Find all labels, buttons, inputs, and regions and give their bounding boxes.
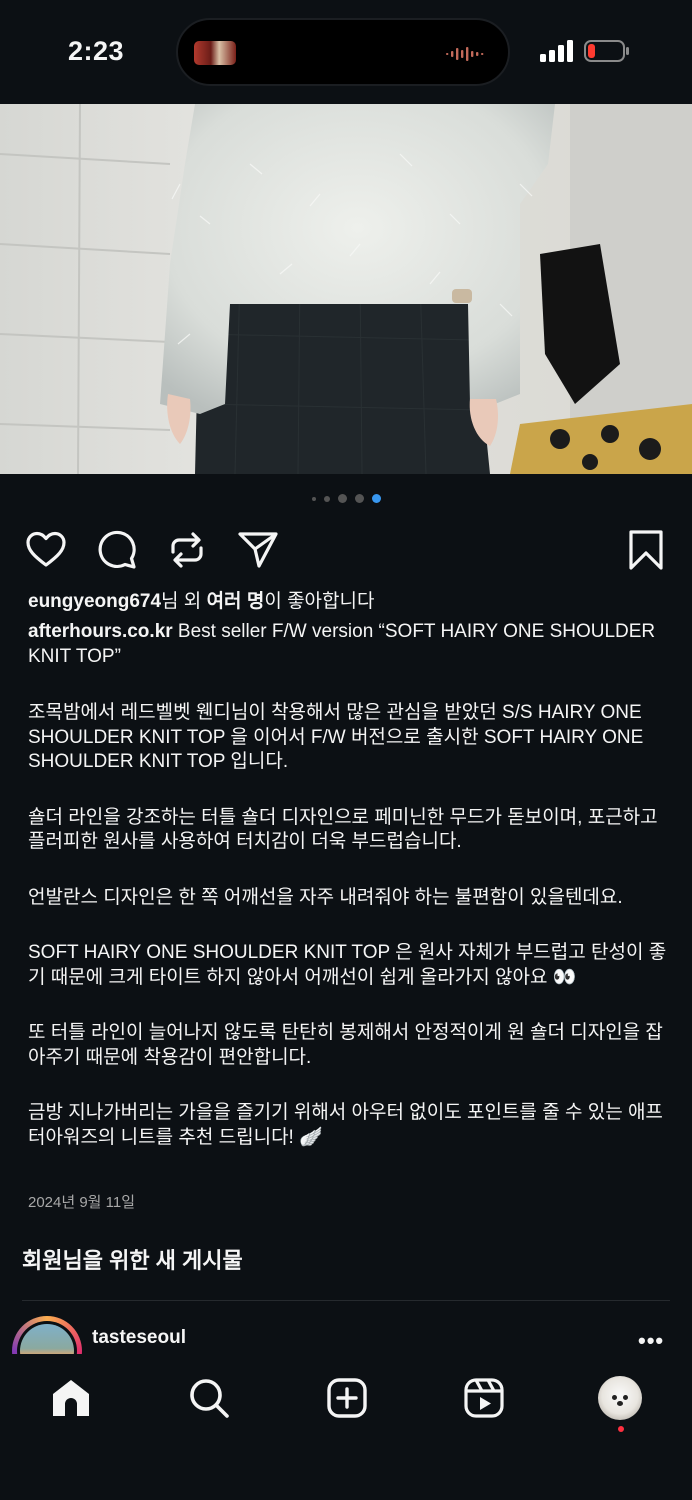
caption-paragraph: 숄더 라인을 강조하는 터틀 숄더 디자인으로 페미닌한 무드가 돋보이며, 포… xyxy=(28,806,658,853)
nav-search[interactable] xyxy=(187,1376,231,1420)
caption-paragraph: 금방 지나가버리는 가을을 즐기기 위해서 아우터 없이도 포인트를 줄 수 있… xyxy=(28,1102,663,1148)
comment-icon xyxy=(98,530,136,569)
post-image[interactable] xyxy=(0,104,692,474)
carousel-dot xyxy=(311,496,316,501)
send-icon xyxy=(238,532,278,568)
battery-icon xyxy=(584,40,629,62)
sweater-photo xyxy=(0,104,692,474)
caption-paragraph: 조목밤에서 레드벨벳 웬디님이 착용해서 많은 관심을 받았던 S/S HAIR… xyxy=(28,702,644,772)
home-icon xyxy=(53,1380,89,1416)
carousel-dot xyxy=(323,495,330,502)
dynamic-island[interactable] xyxy=(176,18,510,86)
status-bar: 2:23 xyxy=(0,0,692,104)
carousel-indicator xyxy=(0,494,692,506)
caption-paragraph: SOFT HAIRY ONE SHOULDER KNIT TOP 은 원사 자체… xyxy=(28,942,667,988)
profile-avatar-nose xyxy=(617,1401,623,1406)
carousel-dot xyxy=(354,494,364,503)
search-icon xyxy=(190,1379,229,1418)
post-actions xyxy=(0,528,692,572)
repost-icon xyxy=(171,532,203,568)
now-playing-thumbnail xyxy=(194,41,236,65)
caption-username[interactable]: afterhours.co.kr xyxy=(28,621,173,642)
nav-reels[interactable] xyxy=(462,1376,506,1420)
likes-summary[interactable]: eungyeong674님 외 여러 명이 좋아합니다 xyxy=(28,590,668,614)
likes-text-tail: 이 좋아합니다 xyxy=(264,591,375,612)
nav-home[interactable] xyxy=(49,1376,93,1420)
nav-create[interactable] xyxy=(325,1376,369,1420)
profile-avatar-eye xyxy=(612,1395,617,1400)
share-button[interactable] xyxy=(236,528,280,572)
reels-icon xyxy=(464,1378,504,1418)
carousel-dot xyxy=(337,494,347,503)
divider xyxy=(22,1300,670,1301)
caption-paragraph: 또 터틀 라인이 늘어나지 않도록 탄탄히 봉제해서 안정적이게 원 숄더 디자… xyxy=(28,1022,663,1068)
section-title: 회원님을 위한 새 게시물 xyxy=(22,1248,243,1273)
next-post-username[interactable]: tasteseoul xyxy=(92,1327,186,1349)
likes-text: 님 외 xyxy=(161,591,207,612)
bookmark-icon xyxy=(629,530,663,570)
save-button[interactable] xyxy=(624,528,668,572)
liker-username[interactable]: eungyeong674 xyxy=(28,591,161,612)
comment-button[interactable] xyxy=(95,528,139,572)
carousel-dot-active xyxy=(371,494,381,503)
profile-avatar-eye xyxy=(623,1395,628,1400)
status-time: 2:23 xyxy=(68,36,125,66)
bottom-nav xyxy=(0,1354,692,1500)
heart-icon xyxy=(26,531,66,567)
caption-paragraph: 언발란스 디자인은 한 쪽 어깨선을 자주 내려줘야 하는 불편함이 있을텐데요… xyxy=(28,886,623,908)
post-date: 2024년 9월 11일 xyxy=(28,1194,136,1211)
nav-profile[interactable] xyxy=(598,1376,642,1420)
repost-button[interactable] xyxy=(165,528,209,572)
more-options-icon[interactable]: ••• xyxy=(638,1330,664,1352)
like-button[interactable] xyxy=(24,528,68,572)
audio-wave-icon xyxy=(446,47,484,61)
likes-others[interactable]: 여러 명 xyxy=(207,591,265,612)
notification-dot xyxy=(618,1426,624,1432)
create-icon xyxy=(327,1378,367,1418)
post-caption: afterhours.co.kr Best seller F/W version… xyxy=(28,620,668,1181)
cellular-signal-icon xyxy=(540,40,573,62)
